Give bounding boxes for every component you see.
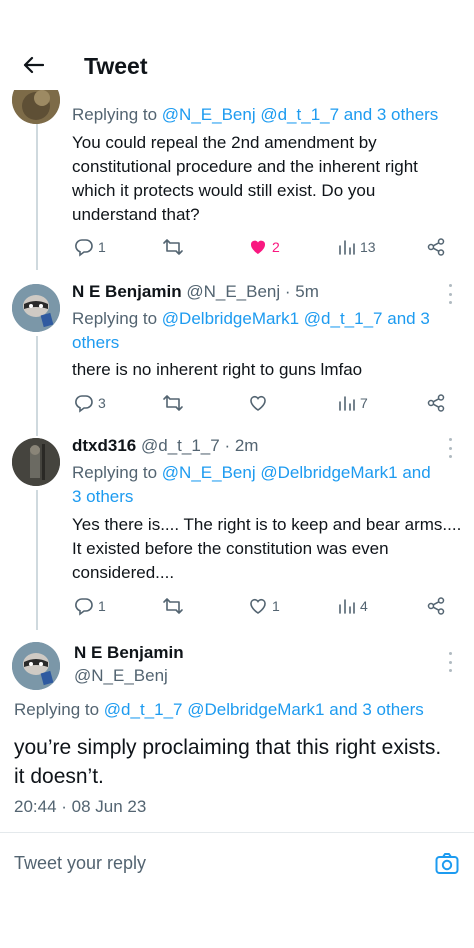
mention-link[interactable]: @d_t_1_7 bbox=[304, 309, 383, 328]
reply-button[interactable]: 1 bbox=[74, 236, 106, 258]
mention-link[interactable]: @DelbridgeMark1 bbox=[187, 700, 324, 719]
top-bar: Tweet bbox=[0, 0, 474, 90]
and-others-link[interactable]: and 3 others bbox=[344, 105, 439, 124]
avatar[interactable] bbox=[12, 642, 60, 690]
replying-to: Replying to @d_t_1_7 @DelbridgeMark1 and… bbox=[14, 700, 424, 719]
reply-button[interactable]: 1 bbox=[74, 595, 106, 617]
share-button[interactable] bbox=[426, 392, 446, 414]
share-icon bbox=[427, 238, 445, 256]
more-options-button[interactable] bbox=[444, 284, 456, 304]
and-others-link[interactable]: others bbox=[72, 333, 119, 352]
reply-input[interactable] bbox=[14, 853, 394, 874]
tweet-actions: 1 2 13 bbox=[74, 236, 458, 258]
retweet-icon bbox=[163, 239, 183, 255]
tweet-author: N E Benjamin @N_E_Benj · 5m bbox=[72, 282, 319, 302]
tweet-timestamp[interactable]: 20:44 · 08 Jun 23 bbox=[14, 797, 146, 817]
views-icon bbox=[339, 599, 355, 614]
username[interactable]: @N_E_Benj bbox=[74, 666, 168, 686]
camera-icon bbox=[435, 853, 459, 874]
more-options-button[interactable] bbox=[444, 438, 456, 458]
back-button[interactable] bbox=[18, 50, 48, 80]
and-others-link[interactable]: and 3 bbox=[387, 309, 430, 328]
and-others-link[interactable]: and 3 others bbox=[329, 700, 424, 719]
more-icon bbox=[448, 284, 452, 287]
like-button[interactable]: 2 bbox=[248, 236, 280, 258]
heart-icon bbox=[250, 395, 266, 411]
share-button[interactable] bbox=[426, 595, 446, 617]
thread-connector bbox=[36, 336, 38, 436]
username[interactable]: @N_E_Benj bbox=[186, 282, 280, 301]
reply-icon bbox=[75, 598, 93, 616]
tweet-text: You could repeal the 2nd amendment by co… bbox=[72, 133, 418, 224]
display-name[interactable]: dtxd316 bbox=[72, 436, 136, 455]
mention-link[interactable]: @DelbridgeMark1 bbox=[260, 463, 397, 482]
and-others-link[interactable]: 3 others bbox=[72, 487, 133, 506]
tweet-author: dtxd316 @d_t_1_7 · 2m bbox=[72, 436, 258, 456]
retweet-button[interactable] bbox=[162, 392, 188, 414]
reply-icon bbox=[75, 395, 93, 413]
share-button[interactable] bbox=[426, 236, 446, 258]
replying-to: Replying to @N_E_Benj @d_t_1_7 and 3 oth… bbox=[72, 105, 439, 124]
camera-button[interactable] bbox=[434, 851, 460, 877]
mention-link[interactable]: @N_E_Benj bbox=[162, 105, 256, 124]
retweet-icon bbox=[163, 395, 183, 411]
avatar[interactable] bbox=[12, 438, 60, 486]
share-icon bbox=[427, 394, 445, 412]
tweet-actions: 3 7 bbox=[74, 392, 458, 414]
replying-to: Replying to @N_E_Benj @DelbridgeMark1 an… bbox=[72, 463, 431, 506]
views-button[interactable]: 13 bbox=[338, 236, 376, 258]
views-button[interactable]: 4 bbox=[338, 595, 368, 617]
mention-link[interactable]: @N_E_Benj bbox=[162, 463, 256, 482]
back-arrow-icon bbox=[23, 56, 44, 74]
views-icon bbox=[339, 240, 355, 255]
mention-link[interactable]: @d_t_1_7 bbox=[104, 700, 183, 719]
and-others-link[interactable]: and bbox=[402, 463, 430, 482]
tweet-time: · 5m bbox=[284, 282, 319, 301]
display-name[interactable]: N E Benjamin bbox=[74, 643, 184, 663]
mention-link[interactable]: @d_t_1_7 bbox=[260, 105, 339, 124]
mention-link[interactable]: @DelbridgeMark1 bbox=[162, 309, 299, 328]
thread-connector bbox=[36, 490, 38, 630]
username[interactable]: @d_t_1_7 bbox=[141, 436, 220, 455]
views-icon bbox=[339, 396, 355, 411]
more-icon bbox=[448, 438, 452, 441]
tweet-text: Yes there is.... The right is to keep an… bbox=[72, 515, 462, 582]
reply-icon bbox=[75, 239, 93, 257]
heart-icon bbox=[250, 598, 266, 614]
retweet-icon bbox=[163, 598, 183, 614]
tweet-time: · 2m bbox=[224, 436, 259, 455]
heart-icon bbox=[250, 240, 266, 254]
tweet-text: there is no inherent right to guns lmfao bbox=[72, 360, 363, 379]
tweet-text: you’re simply proclaiming that this righ… bbox=[14, 736, 442, 788]
retweet-button[interactable] bbox=[162, 236, 188, 258]
reply-button[interactable]: 3 bbox=[74, 392, 106, 414]
views-button[interactable]: 7 bbox=[338, 392, 368, 414]
avatar[interactable] bbox=[12, 284, 60, 332]
tweet-actions: 1 1 4 bbox=[74, 595, 458, 617]
like-button[interactable]: 1 bbox=[248, 595, 280, 617]
more-options-button[interactable] bbox=[444, 652, 456, 672]
reply-composer bbox=[0, 833, 474, 897]
page-title: Tweet bbox=[84, 53, 148, 79]
display-name[interactable]: N E Benjamin bbox=[72, 282, 182, 301]
more-icon bbox=[448, 652, 452, 655]
share-icon bbox=[427, 597, 445, 615]
retweet-button[interactable] bbox=[162, 595, 188, 617]
like-button[interactable] bbox=[248, 392, 272, 414]
replying-to: Replying to @DelbridgeMark1 @d_t_1_7 and… bbox=[72, 309, 430, 352]
